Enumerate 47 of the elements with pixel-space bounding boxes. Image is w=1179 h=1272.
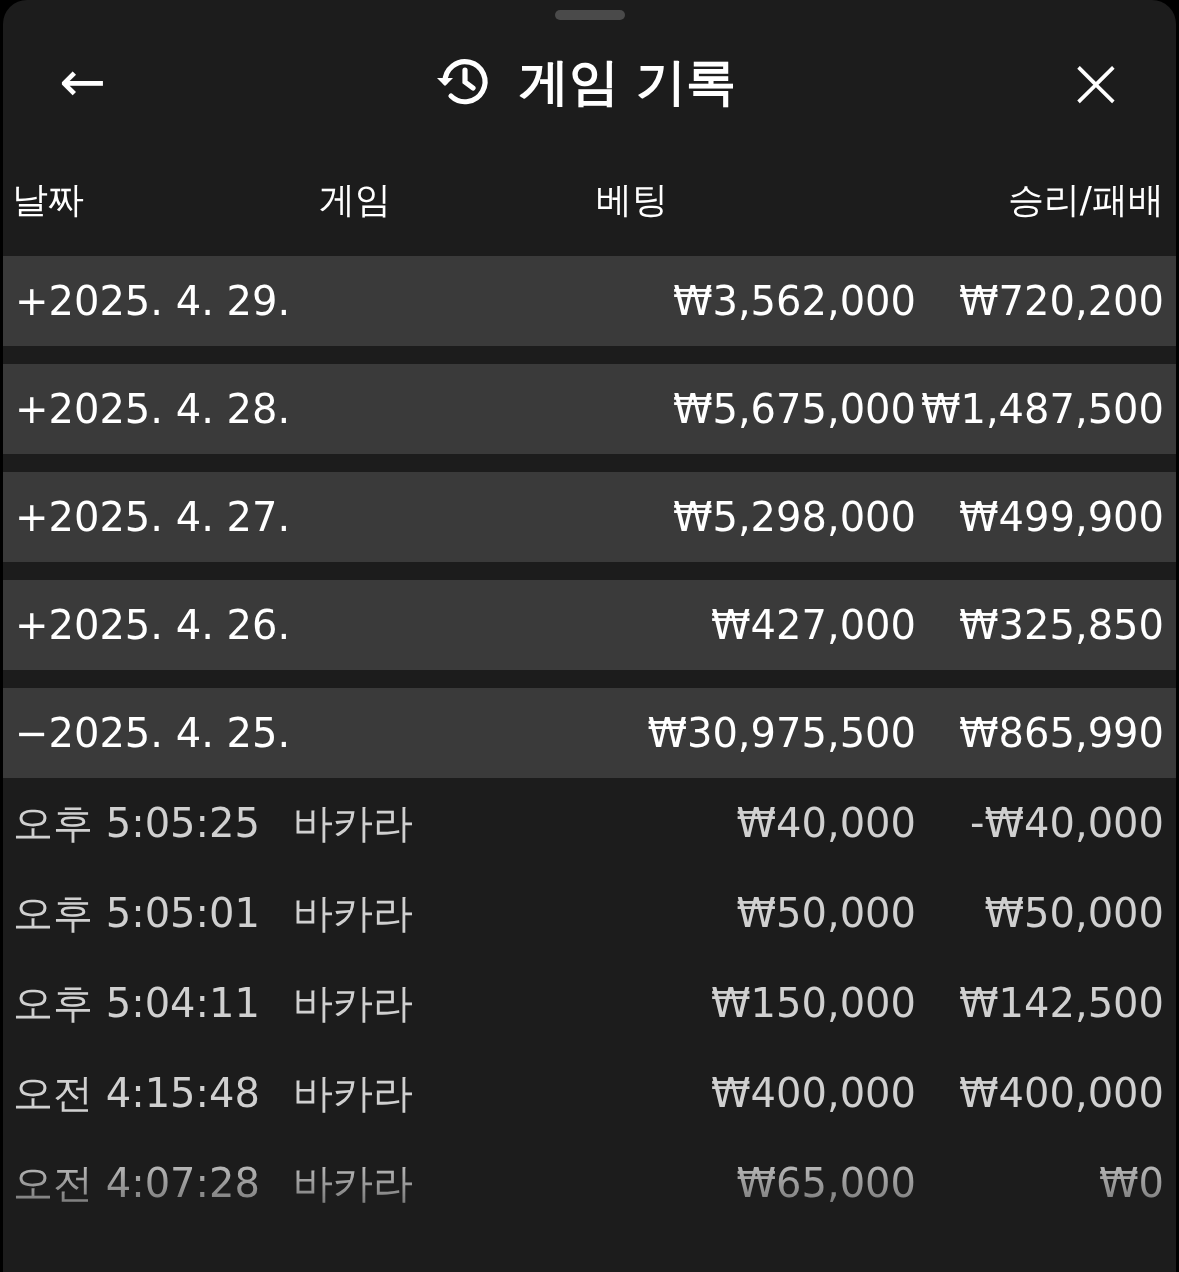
date-label: +2025. 4. 28. [15, 386, 292, 432]
column-header: 승리/패배 [1006, 177, 1164, 222]
date-label: +2025. 4. 27. [15, 494, 292, 540]
drag-handle[interactable] [554, 10, 625, 20]
result-amount: ₩1,487,500 [919, 386, 1164, 432]
result-amount: -₩40,000 [969, 800, 1164, 846]
result-amount: ₩720,200 [958, 278, 1164, 324]
game-label: 바카라 [293, 1158, 414, 1208]
bet-amount: ₩400,000 [710, 1070, 916, 1116]
bet-amount: ₩65,000 [735, 1160, 916, 1206]
date-label: +2025. 4. 29. [15, 278, 292, 324]
result-amount: ₩325,850 [958, 602, 1164, 648]
result-amount: ₩142,500 [958, 980, 1164, 1026]
bet-amount: ₩5,675,000 [671, 386, 916, 432]
time-label: 오후 5:05:25 [13, 798, 261, 848]
game-label: 바카라 [293, 888, 414, 938]
day-row[interactable]: +2025. 4. 28. ₩5,675,000₩1,487,500 [3, 364, 1176, 454]
result-amount: ₩499,900 [958, 494, 1164, 540]
column-header: 날짜 [12, 177, 85, 222]
game-label: 바카라 [293, 978, 414, 1028]
bet-amount: ₩150,000 [710, 980, 916, 1026]
bet-amount: ₩3,562,000 [671, 278, 916, 324]
time-label: 오전 4:15:48 [13, 1068, 261, 1118]
back-button[interactable]: ← [59, 54, 106, 110]
bet-amount: ₩50,000 [735, 890, 916, 936]
result-amount: ₩50,000 [983, 890, 1164, 936]
time-label: 오전 4:07:28 [13, 1158, 261, 1208]
result-amount: ₩0 [1098, 1160, 1164, 1206]
day-row[interactable]: +2025. 4. 29. ₩3,562,000 ₩720,200 [3, 256, 1176, 346]
bet-amount: ₩5,298,000 [671, 494, 916, 540]
result-amount: ₩865,990 [958, 710, 1164, 756]
column-header: 베팅 [596, 177, 669, 222]
result-amount: ₩400,000 [958, 1070, 1164, 1116]
day-row[interactable]: +2025. 4. 27. ₩5,298,000 ₩499,900 [3, 472, 1176, 562]
time-label: 오후 5:04:11 [13, 978, 261, 1028]
date-label: +2025. 4. 26. [15, 602, 292, 648]
time-label: 오후 5:05:01 [13, 888, 261, 938]
game-label: 바카라 [293, 1068, 414, 1118]
bet-amount: ₩30,975,500 [646, 710, 916, 756]
date-label: −2025. 4. 25. [15, 710, 292, 756]
game-label: 바카라 [293, 798, 414, 848]
title: 게임 기록 [519, 51, 737, 113]
bet-amount: ₩40,000 [735, 800, 916, 846]
day-row[interactable]: −2025. 4. 25. ₩30,975,500 ₩865,990 [3, 688, 1176, 778]
day-row[interactable]: +2025. 4. 26. ₩427,000 ₩325,850 [3, 580, 1176, 670]
bet-amount: ₩427,000 [710, 602, 916, 648]
close-button[interactable]: × [1065, 46, 1126, 118]
